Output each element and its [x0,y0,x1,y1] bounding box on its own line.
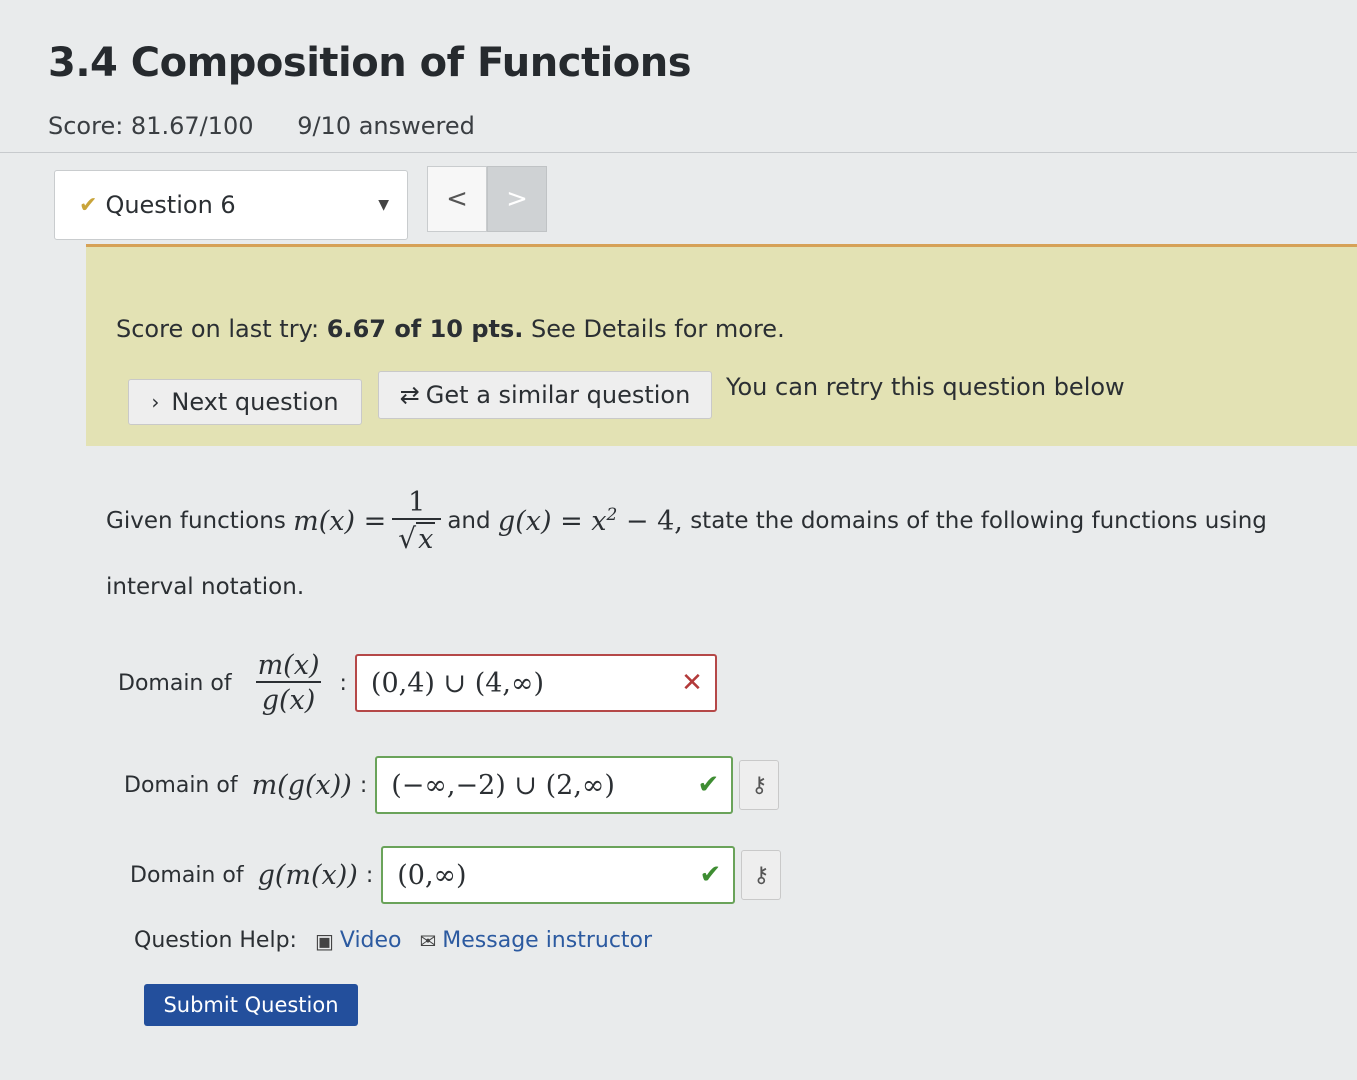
answer-input-g-of-m[interactable]: (0,∞) ✔ [381,846,736,904]
answer-label: Domain of [118,670,232,696]
score-summary: Score: 81.67/100 9/10 answered [48,112,475,140]
correct-check-icon: ✔ [697,770,720,800]
colon: : [339,670,347,696]
key-icon: ⚷ [753,862,770,888]
g-base: g(x) = x [497,506,607,537]
answer-key-button[interactable]: ⚷ [741,850,782,900]
similar-question-button[interactable]: ⇄ Get a similar question [378,371,712,419]
answer-key-button[interactable]: ⚷ [739,760,780,810]
next-question-label: Next question [171,388,339,416]
last-try-result-panel: Score on last try: 6.67 of 10 pts. See D… [86,244,1357,446]
g-exponent: 2 [606,505,618,525]
question-select[interactable]: ✔ Question 6 ▼ [54,170,408,240]
divider [0,152,1357,153]
fraction-numerator: m(x) [257,650,320,681]
answer-value: (0,∞) [397,859,467,891]
retry-note: You can retry this question below [726,373,1125,401]
colon: : [365,862,374,888]
chevron-right-icon: › [151,390,160,414]
caret-down-icon: ▼ [378,197,389,213]
score-text: Score: 81.67/100 [48,112,254,140]
last-try-score-text: Score on last try: 6.67 of 10 pts. See D… [116,315,785,343]
m-of-g-expression: m(g(x)) [251,769,352,801]
message-instructor-link[interactable]: ✉ Message instructor [420,928,653,953]
video-link[interactable]: ▣ Video [315,928,402,953]
last-try-score: 6.67 of 10 pts. [326,315,524,343]
correct-check-icon: ✔ [699,860,722,890]
refresh-arrows-icon: ⇄ [399,381,420,409]
question-help-label: Question Help: [134,928,297,953]
question-text: Given functions m(x) = 1 √ x and g(x) = x… [106,476,1336,600]
chevron-right-icon: > [506,184,528,214]
video-icon: ▣ [314,928,334,953]
answered-count: 9/10 answered [297,112,475,140]
similar-question-label: Get a similar question [425,381,691,409]
question-conjunction: and [447,508,491,534]
partial-credit-check-icon: ✔ [79,192,98,218]
last-try-suffix: See Details for more. [523,315,785,343]
envelope-icon: ✉ [419,928,437,953]
g-tail: − 4, [617,506,683,537]
answer-label: Domain of [124,772,238,798]
last-try-prefix: Score on last try: [116,315,327,343]
next-question-button[interactable]: › Next question [128,379,362,425]
m-numerator: 1 [408,486,426,518]
answer-row-3: Domain of g(m(x)) : (0,∞) ✔ ⚷ [130,846,782,904]
m-radicand: x [416,522,436,555]
question-select-label: Question 6 [105,191,236,219]
incorrect-x-icon: ✕ [681,668,703,699]
answer-row-1: Domain of m(x) g(x) : (0,4) ∪ (4,∞) ✕ [118,650,717,716]
next-question-arrow-button[interactable]: > [487,166,547,232]
message-instructor-label: Message instructor [442,928,653,953]
question-rest: state the domains of the following funct… [690,508,1267,534]
g-of-m-expression: g(m(x)) [257,859,358,891]
answer-row-2: Domain of m(g(x)) : (−∞,−2) ∪ (2,∞) ✔ ⚷ [124,756,780,814]
chevron-left-icon: < [446,184,468,214]
key-icon: ⚷ [751,772,768,798]
question-intro: Given functions [106,508,286,534]
colon: : [359,772,368,798]
answer-value: (−∞,−2) ∪ (2,∞) [391,769,615,801]
question-help: Question Help: ▣ Video ✉ Message instruc… [134,928,652,953]
m-definition: m(x) = [293,505,387,537]
g-definition: g(x) = x2 − 4, [498,505,683,537]
submit-question-button[interactable]: Submit Question [144,984,358,1026]
answer-value: (0,4) ∪ (4,∞) [370,667,545,699]
sqrt-symbol: √ [398,521,417,555]
answer-input-m-of-g[interactable]: (−∞,−2) ∪ (2,∞) ✔ [375,756,734,814]
answer-input-m-over-g[interactable]: (0,4) ∪ (4,∞) ✕ [354,654,717,713]
question-line-2: interval notation. [106,574,305,600]
fraction-denominator: g(x) [255,681,322,716]
m-over-g-fraction: m(x) g(x) [252,650,326,716]
m-fraction: 1 √ x [392,486,442,555]
answer-label: Domain of [130,862,244,888]
page-title: 3.4 Composition of Functions [48,40,692,86]
previous-question-button[interactable]: < [427,166,487,232]
video-link-label: Video [339,928,402,953]
